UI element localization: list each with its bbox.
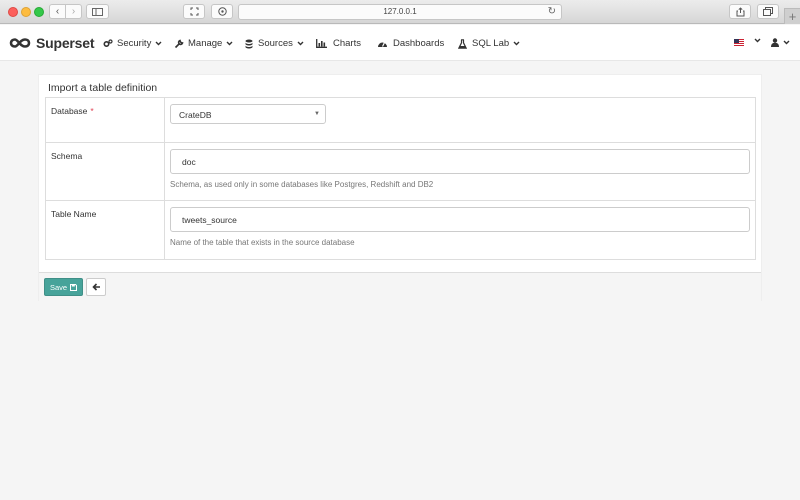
schema-input[interactable]: doc	[170, 149, 750, 174]
schema-row: Schema doc Schema, as used only in some …	[46, 142, 755, 200]
select-arrow-icon: ▼	[314, 111, 320, 117]
table-name-row: Table Name tweets_source Name of the tab…	[46, 200, 755, 259]
table-name-help-text: Name of the table that exists in the sou…	[170, 238, 355, 247]
nav-security-label: Security	[117, 38, 152, 49]
nav-manage-label: Manage	[188, 38, 223, 49]
us-flag-icon[interactable]	[734, 39, 744, 46]
back-button[interactable]	[86, 278, 106, 296]
forward-icon[interactable]: ›	[65, 5, 81, 18]
table-name-label: Table Name	[46, 201, 165, 259]
nav-sources-label: Sources	[258, 38, 293, 49]
required-mark: *	[90, 106, 94, 116]
save-button-label: Save	[49, 282, 68, 292]
nav-charts[interactable]: Charts	[316, 38, 361, 49]
chevron-down-icon	[754, 38, 761, 43]
database-row: Database * CrateDB ▼	[46, 98, 755, 142]
import-table-panel: Import a table definition Database * Crat…	[38, 74, 762, 302]
new-tab-button[interactable]: +	[784, 8, 800, 24]
language-dropdown[interactable]	[750, 38, 761, 43]
privacy-icon[interactable]	[211, 4, 233, 19]
gears-icon	[103, 39, 113, 48]
superset-logo-icon	[9, 38, 31, 48]
save-button[interactable]: Save	[44, 278, 83, 296]
user-icon	[771, 38, 779, 47]
nav-dashboards-label: Dashboards	[393, 38, 445, 49]
database-icon	[245, 39, 253, 48]
brand[interactable]: Superset	[9, 35, 95, 51]
browser-titlebar: ‹ › 127.0.0.1 ↻ +	[0, 0, 800, 24]
nav-manage[interactable]: Manage	[174, 38, 233, 49]
floppy-disk-icon	[70, 283, 78, 291]
user-menu[interactable]	[771, 38, 790, 47]
database-field: CrateDB ▼	[165, 98, 755, 142]
database-label-text: Database	[51, 106, 88, 116]
database-label: Database *	[46, 98, 165, 142]
zoom-window-button[interactable]	[34, 7, 44, 17]
nav-sql-lab[interactable]: SQL Lab	[458, 38, 520, 49]
chevron-down-icon	[226, 41, 233, 46]
reload-icon[interactable]: ↻	[548, 6, 556, 17]
schema-help-text: Schema, as used only in some databases l…	[170, 180, 434, 189]
chevron-down-icon	[513, 41, 520, 46]
close-window-button[interactable]	[8, 7, 18, 17]
share-icon[interactable]	[729, 4, 751, 19]
brand-name: Superset	[36, 35, 95, 51]
nav-sources[interactable]: Sources	[245, 38, 304, 49]
schema-label: Schema	[46, 143, 165, 200]
back-icon[interactable]: ‹	[50, 5, 65, 18]
minimize-window-button[interactable]	[21, 7, 31, 17]
url-text: 127.0.0.1	[383, 7, 417, 16]
app-navbar: Superset Security Manage Sources Charts …	[0, 25, 800, 61]
table-name-input[interactable]: tweets_source	[170, 207, 750, 232]
database-selected-value: CrateDB	[179, 110, 212, 120]
form-table: Database * CrateDB ▼ Schema doc Schema, a…	[45, 97, 756, 260]
nav-dashboards[interactable]: Dashboards	[377, 38, 444, 49]
nav-charts-label: Charts	[333, 38, 361, 49]
sidebar-toggle-icon[interactable]	[86, 4, 109, 19]
fullscreen-icon[interactable]	[183, 4, 205, 19]
panel-title: Import a table definition	[48, 82, 158, 94]
wrench-icon	[174, 38, 184, 48]
chevron-down-icon	[155, 41, 162, 46]
history-nav: ‹ ›	[49, 4, 82, 19]
schema-field: doc Schema, as used only in some databas…	[165, 143, 755, 200]
tabs-overview-icon[interactable]	[757, 4, 779, 19]
chevron-down-icon	[783, 40, 790, 45]
database-select[interactable]: CrateDB ▼	[170, 104, 326, 124]
panel-footer: Save	[39, 272, 761, 302]
nav-sql-lab-label: SQL Lab	[472, 38, 510, 49]
address-bar[interactable]: 127.0.0.1 ↻	[238, 4, 562, 20]
bar-chart-icon	[316, 39, 327, 48]
arrow-left-icon	[91, 283, 100, 291]
flask-icon	[458, 38, 467, 49]
table-name-field: tweets_source Name of the table that exi…	[165, 201, 755, 259]
chevron-down-icon	[297, 41, 304, 46]
nav-security[interactable]: Security	[103, 38, 162, 49]
dashboard-icon	[378, 42, 387, 47]
